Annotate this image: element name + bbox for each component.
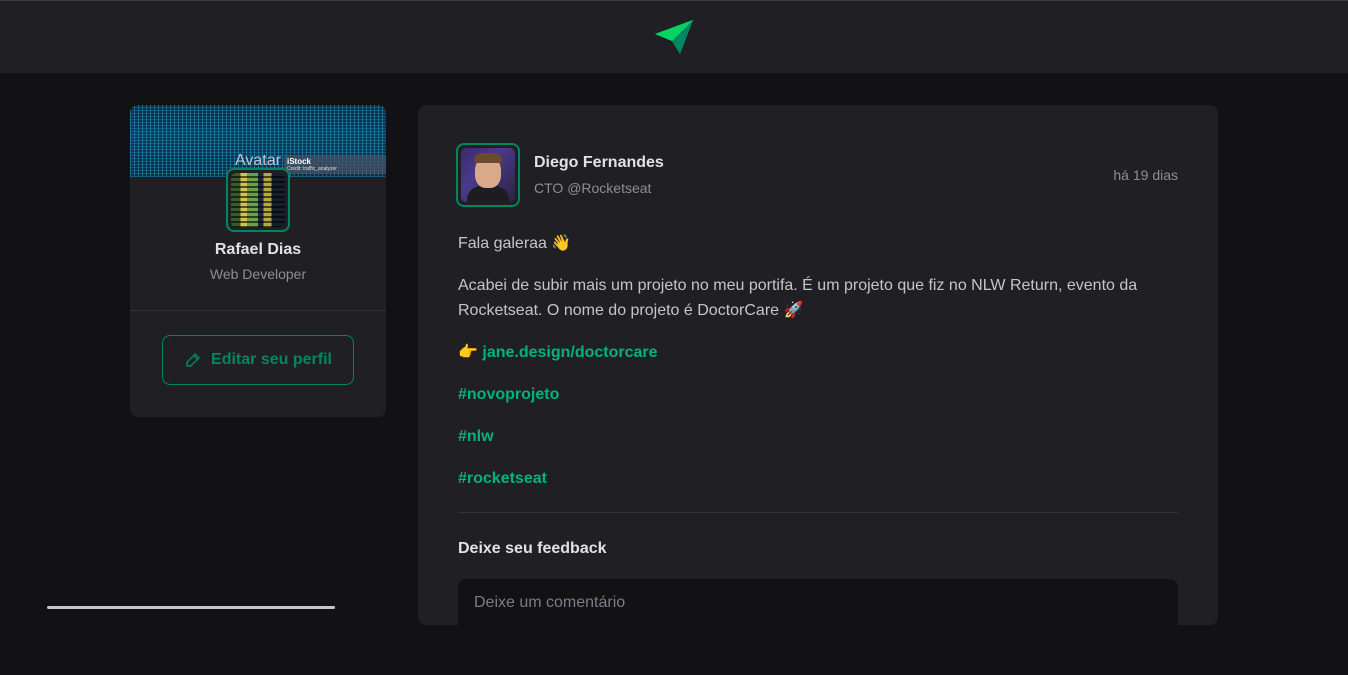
profile-avatar[interactable] bbox=[226, 168, 290, 232]
hashtag-link[interactable]: #nlw bbox=[458, 428, 494, 445]
edit-profile-label: Editar seu perfil bbox=[211, 351, 332, 368]
cover-credit-text: Credit: traffic_analyzer bbox=[287, 166, 337, 172]
author-name: Diego Fernandes bbox=[534, 154, 664, 171]
author-avatar-image bbox=[461, 148, 515, 202]
post-paragraph: Fala galeraa 👋 bbox=[458, 235, 572, 252]
sidebar-divider bbox=[130, 310, 386, 311]
profile-name: Rafael Dias bbox=[214, 241, 302, 258]
top-header bbox=[0, 0, 1348, 73]
post-link-line: 👉 jane.design/doctorcare bbox=[458, 340, 1178, 365]
author-avatar[interactable] bbox=[456, 143, 520, 207]
hashtag-line: #novoprojeto bbox=[458, 382, 1178, 407]
cover-credit-brand: iStock bbox=[287, 157, 312, 166]
post-paragraph: Acabei de subir mais um projeto no meu p… bbox=[458, 277, 1138, 319]
profile-role: Web Developer bbox=[209, 266, 307, 282]
author-role: CTO @Rocketseat bbox=[534, 180, 652, 196]
post-timestamp: há 19 dias bbox=[1113, 167, 1178, 183]
cover-credit-badge: iStock Credit: traffic_analyzer bbox=[284, 156, 386, 174]
post-card: Diego Fernandes CTO @Rocketseat há 19 di… bbox=[418, 105, 1218, 675]
post-content: Fala galeraa 👋 Acabei de subir mais um p… bbox=[458, 231, 1178, 508]
pointing-hand-emoji: 👉 bbox=[458, 344, 483, 361]
hashtag-link[interactable]: #rocketseat bbox=[458, 470, 547, 487]
post-divider bbox=[458, 512, 1178, 513]
project-link[interactable]: jane.design/doctorcare bbox=[482, 344, 657, 361]
paper-plane-logo-icon bbox=[655, 20, 693, 54]
pencil-icon bbox=[186, 353, 200, 367]
hashtag-line: #nlw bbox=[458, 424, 1178, 449]
profile-sidebar: Avatar iStock Credit: traffic_analyzer R… bbox=[130, 105, 386, 417]
comment-input[interactable] bbox=[458, 579, 1178, 675]
profile-avatar-image bbox=[231, 173, 285, 227]
hashtag-line: #rocketseat bbox=[458, 466, 1178, 491]
hashtag-link[interactable]: #novoprojeto bbox=[458, 386, 559, 403]
edit-profile-button[interactable]: Editar seu perfil bbox=[162, 335, 354, 385]
feedback-title: Deixe seu feedback bbox=[458, 540, 607, 557]
